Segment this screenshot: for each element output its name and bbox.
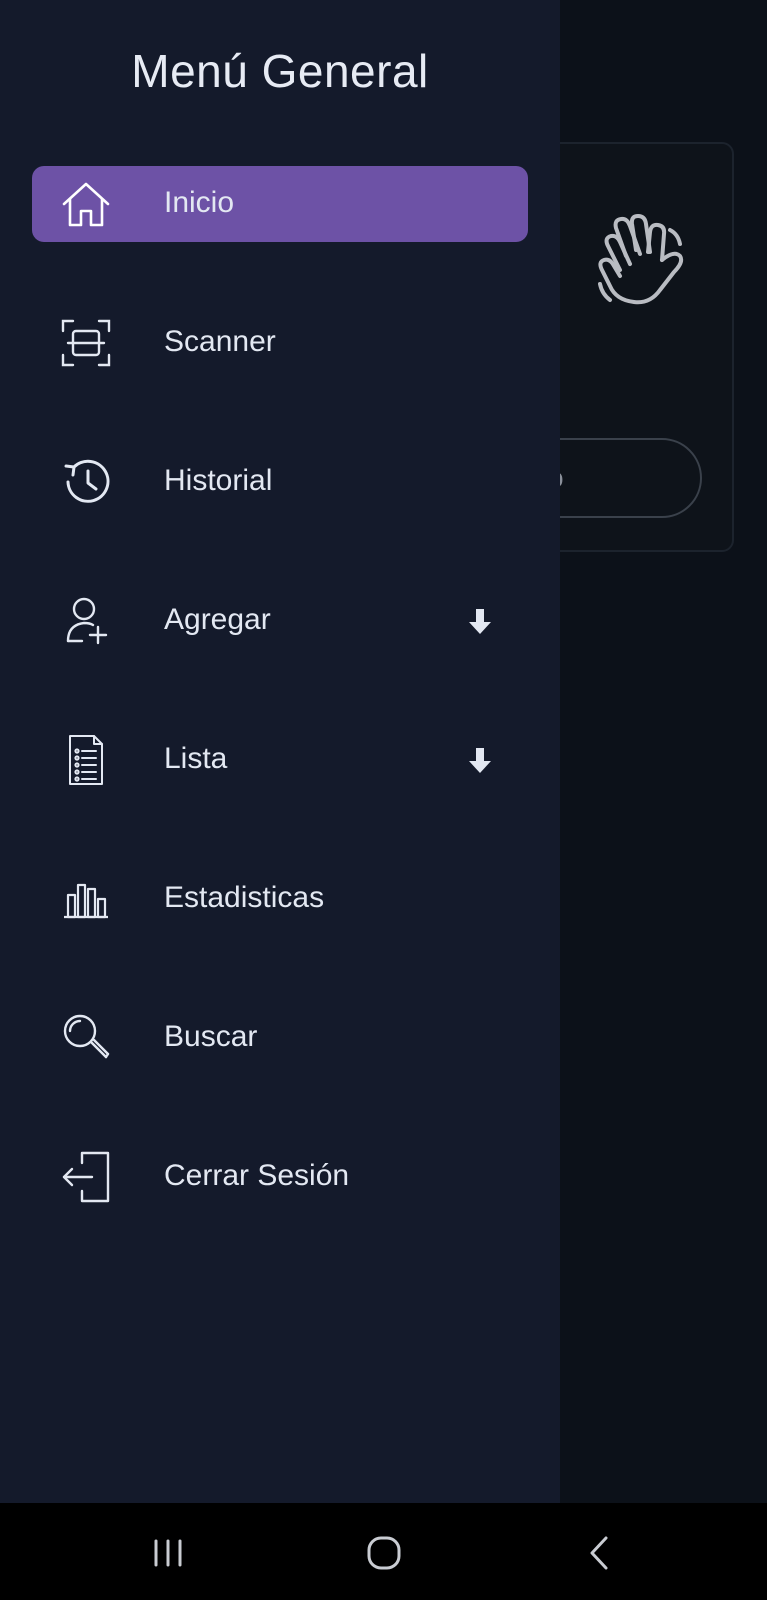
drawer-title: Menú General xyxy=(131,45,429,97)
bar-chart-icon xyxy=(60,873,112,925)
menu-item-label: Agregar xyxy=(164,603,271,636)
system-navigation-bar xyxy=(0,1503,767,1600)
menu-item-cerrar-sesion[interactable]: Cerrar Sesión xyxy=(32,1139,528,1215)
waving-hand-icon xyxy=(598,214,684,305)
recent-apps-icon[interactable] xyxy=(148,1533,188,1573)
menu-item-inicio[interactable]: Inicio xyxy=(32,166,528,242)
arrow-down-icon[interactable] xyxy=(464,744,496,776)
menu-item-buscar[interactable]: Buscar xyxy=(32,1000,528,1076)
search-icon xyxy=(60,1012,112,1064)
menu-item-label: Cerrar Sesión xyxy=(164,1159,350,1192)
add-user-icon xyxy=(60,595,112,647)
history-icon xyxy=(60,456,112,508)
menu-item-label: Historial xyxy=(164,464,273,497)
menu-item-label: Buscar xyxy=(164,1020,258,1053)
menu-item-scanner[interactable]: Scanner xyxy=(32,305,528,381)
menu-item-historial[interactable]: Historial xyxy=(32,444,528,520)
home-button-icon[interactable] xyxy=(362,1533,406,1573)
menu-item-label: Estadisticas xyxy=(164,881,325,914)
menu-item-agregar[interactable]: Agregar xyxy=(32,583,528,659)
app-screen: o S Menú General Inicio xyxy=(0,0,767,1600)
menu-item-lista[interactable]: Lista xyxy=(32,722,528,798)
logout-icon xyxy=(60,1151,112,1203)
back-icon[interactable] xyxy=(580,1533,620,1573)
arrow-down-icon[interactable] xyxy=(464,605,496,637)
scanner-icon xyxy=(60,317,112,369)
menu-item-estadisticas[interactable]: Estadisticas xyxy=(32,861,528,937)
list-document-icon xyxy=(60,734,112,786)
home-icon xyxy=(60,178,112,230)
menu-item-label: Scanner xyxy=(164,325,276,358)
menu-item-label: Inicio xyxy=(164,186,235,219)
navigation-drawer: Menú General Inicio Scanner Historial Ag… xyxy=(0,0,560,1503)
menu-item-label: Lista xyxy=(164,742,228,775)
